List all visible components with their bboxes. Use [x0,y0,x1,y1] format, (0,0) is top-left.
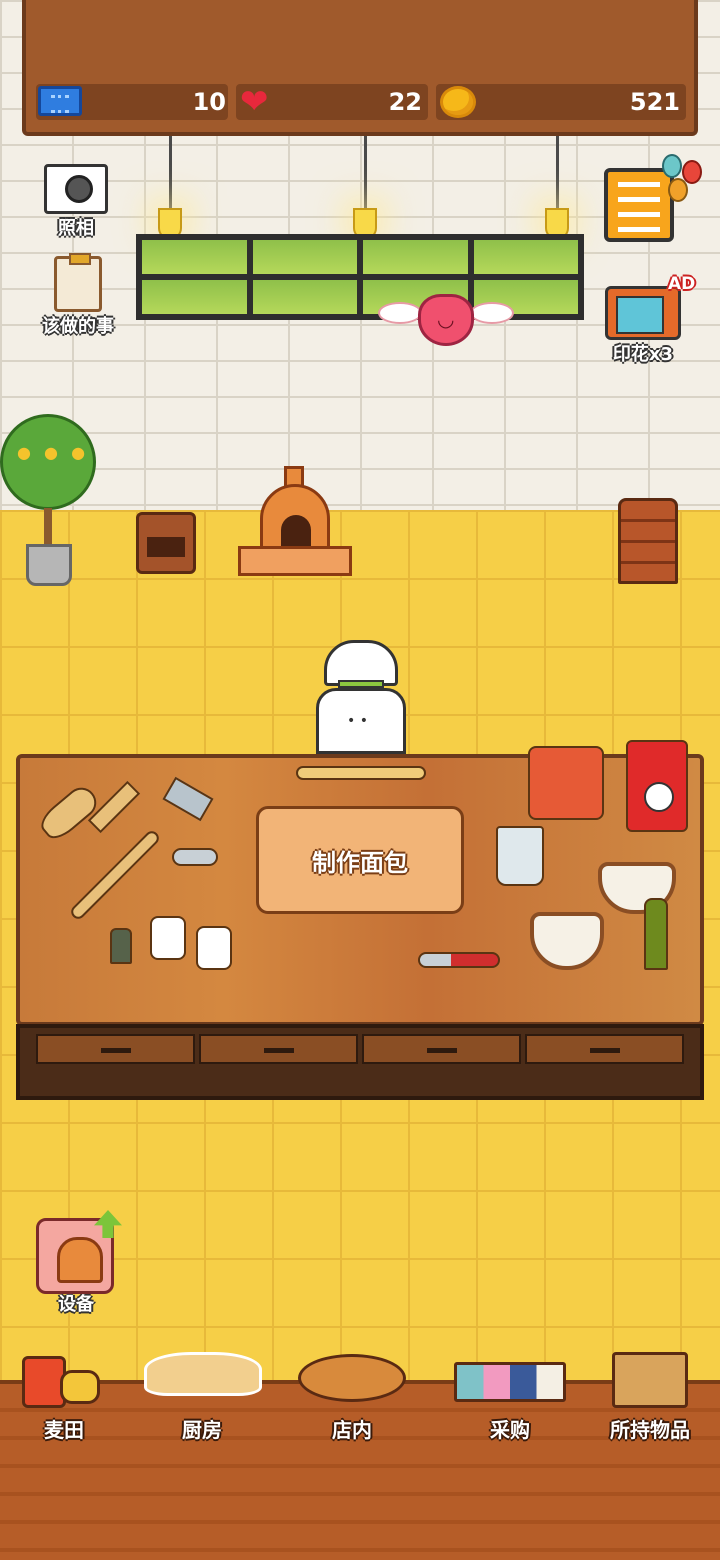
stamp-ad-button[interactable]: 印花x3 [598,286,688,366]
todo-button[interactable]: 该做的事 [20,253,136,338]
lamp-cord [364,136,367,210]
nav-kitchen-label: 厨房 [182,1418,222,1442]
nav-purchase[interactable]: 采购 [440,1344,580,1448]
ingredient-jar-icon [196,926,232,970]
ingredient-jar-icon [150,916,186,960]
chef-character[interactable] [314,640,408,754]
kitchen-scale-icon [626,740,688,832]
nav-shop-label: 店内 [332,1418,372,1442]
nav-purchase-label: 采购 [490,1418,530,1442]
lamp-cord [556,136,559,210]
camera-label: 照相 [58,218,94,239]
tv-ad-icon [605,286,681,340]
purchase-icon [454,1362,566,1402]
todo-label: 该做的事 [42,316,114,337]
nav-wheat-field-label: 麦田 [44,1418,84,1442]
salt-shaker-icon [110,928,132,964]
whisk-icon [418,952,500,968]
tickets-count: 10 [192,88,226,116]
nav-kitchen[interactable]: 厨房 [132,1344,272,1448]
make-bread-button[interactable]: 制作面包 [256,806,464,914]
ad-badge: AD [668,274,696,294]
coin-icon [440,86,476,118]
oil-bottle-icon [644,898,668,970]
ticket-icon [38,86,82,116]
nav-inventory[interactable]: 所持物品 [580,1344,720,1448]
nav-inventory-label: 所持物品 [610,1418,690,1442]
equipment-button[interactable]: 设备 [36,1210,122,1315]
camera-icon [44,164,108,214]
potted-lemon-tree [0,414,96,586]
kitchen-window [136,234,584,320]
workbench-drawers [36,1034,684,1064]
camera-button[interactable]: 照相 [38,164,114,240]
kitchen-icon [144,1352,262,1396]
shop-bread-icon [298,1354,406,1402]
lamp-cord [169,136,172,210]
firewood-stack [618,498,678,584]
nav-shop[interactable]: 店内 [282,1344,422,1448]
small-oven[interactable] [136,512,196,574]
measuring-spoons-icon [172,848,218,866]
rolling-pin-icon [296,766,426,780]
coins-count: 521 [629,88,680,116]
brick-oven[interactable] [238,466,352,580]
clipboard-icon [54,253,102,312]
measuring-cup-icon [496,826,544,886]
stamp-label: 印花x3 [612,344,674,365]
nav-wheat-field[interactable]: 麦田 [0,1344,134,1448]
hearts-count: 22 [388,88,422,116]
inventory-box-icon [612,1352,688,1408]
balloons-icon [660,150,710,220]
flour-bags-icon [528,746,604,820]
winged-heart-icon[interactable] [378,292,514,358]
wheat-bundle-icon [60,1370,100,1404]
heart-icon: ❤ [240,82,269,122]
oven-equipment-icon [36,1218,114,1294]
